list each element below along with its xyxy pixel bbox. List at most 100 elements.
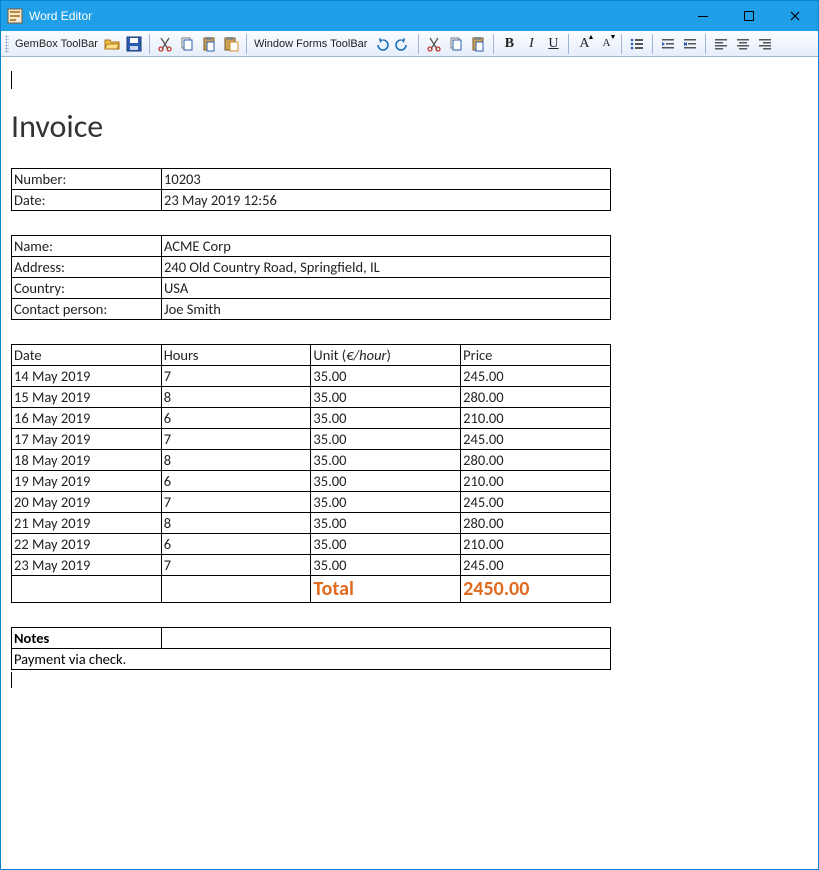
open-button[interactable]	[102, 34, 122, 54]
cust-country-label[interactable]: Country:	[12, 278, 162, 299]
copy-button[interactable]	[177, 34, 197, 54]
redo-button[interactable]	[393, 34, 413, 54]
col-price[interactable]: Price	[461, 345, 611, 366]
cell-date[interactable]: 19 May 2019	[12, 471, 162, 492]
meta-date-label[interactable]: Date:	[12, 190, 162, 211]
cell-date[interactable]: 22 May 2019	[12, 534, 162, 555]
cell-date[interactable]: 15 May 2019	[12, 387, 162, 408]
cell-unit[interactable]: 35.00	[311, 387, 461, 408]
cell-hours[interactable]: 7	[161, 429, 311, 450]
toolbar-grip[interactable]	[5, 35, 9, 53]
cell-unit[interactable]: 35.00	[311, 555, 461, 576]
cust-address-value[interactable]: 240 Old Country Road, Springfield, IL	[162, 257, 611, 278]
col-unit[interactable]: Unit (€/hour)	[311, 345, 461, 366]
cell-price[interactable]: 245.00	[461, 555, 611, 576]
cell-date[interactable]: 14 May 2019	[12, 366, 162, 387]
cell-price[interactable]: 210.00	[461, 471, 611, 492]
align-left-button[interactable]	[711, 34, 731, 54]
cell-unit[interactable]: 35.00	[311, 534, 461, 555]
table-row: Country:USA	[12, 278, 611, 299]
cell-date[interactable]: 18 May 2019	[12, 450, 162, 471]
maximize-button[interactable]	[726, 1, 772, 31]
cell-price[interactable]: 280.00	[461, 450, 611, 471]
total-value[interactable]: 2450.00	[461, 576, 611, 603]
paste-button[interactable]	[199, 34, 219, 54]
cell-date[interactable]: 20 May 2019	[12, 492, 162, 513]
decrease-indent-button[interactable]	[658, 34, 678, 54]
decrease-font-button[interactable]: A▼	[596, 34, 616, 54]
cell-hours[interactable]: 6	[161, 408, 311, 429]
col-date[interactable]: Date	[12, 345, 162, 366]
cust-name-value[interactable]: ACME Corp	[162, 236, 611, 257]
cell-date[interactable]: 21 May 2019	[12, 513, 162, 534]
cell-hours[interactable]: 6	[161, 534, 311, 555]
cell-price[interactable]: 245.00	[461, 366, 611, 387]
cell-unit[interactable]: 35.00	[311, 366, 461, 387]
italic-button[interactable]: I	[521, 34, 541, 54]
cust-address-label[interactable]: Address:	[12, 257, 162, 278]
align-center-button[interactable]	[733, 34, 753, 54]
cell-date[interactable]: 17 May 2019	[12, 429, 162, 450]
cell-price[interactable]: 280.00	[461, 513, 611, 534]
cell-hours[interactable]: 7	[161, 366, 311, 387]
cell-unit[interactable]: 35.00	[311, 408, 461, 429]
meta-date-value[interactable]: 23 May 2019 12:56	[162, 190, 611, 211]
notes-body[interactable]: Payment via check.	[12, 649, 611, 670]
text-caret	[11, 672, 12, 688]
table-row: Name:ACME Corp	[12, 236, 611, 257]
meta-number-label[interactable]: Number:	[12, 169, 162, 190]
table-row: 19 May 2019635.00210.00	[12, 471, 611, 492]
cell-unit[interactable]: 35.00	[311, 471, 461, 492]
cell-unit[interactable]: 35.00	[311, 492, 461, 513]
cell-date[interactable]: 16 May 2019	[12, 408, 162, 429]
undo-button[interactable]	[371, 34, 391, 54]
cell-price[interactable]: 280.00	[461, 387, 611, 408]
cell-price[interactable]: 210.00	[461, 408, 611, 429]
customer-table: Name:ACME Corp Address:240 Old Country R…	[11, 235, 611, 320]
cell-price[interactable]: 245.00	[461, 492, 611, 513]
cell-price[interactable]: 245.00	[461, 429, 611, 450]
paste-button-2[interactable]	[468, 34, 488, 54]
meta-number-value[interactable]: 10203	[162, 169, 611, 190]
invoice-meta-table: Number: 10203 Date: 23 May 2019 12:56	[11, 168, 611, 211]
cut-button[interactable]	[155, 34, 175, 54]
cust-country-value[interactable]: USA	[162, 278, 611, 299]
close-button[interactable]	[772, 1, 818, 31]
minimize-button[interactable]	[680, 1, 726, 31]
save-button[interactable]	[124, 34, 144, 54]
total-label[interactable]: Total	[311, 576, 461, 603]
cell-unit[interactable]: 35.00	[311, 450, 461, 471]
cust-name-label[interactable]: Name:	[12, 236, 162, 257]
cell-hours[interactable]: 6	[161, 471, 311, 492]
table-row: Address:240 Old Country Road, Springfiel…	[12, 257, 611, 278]
paste-special-button[interactable]	[221, 34, 241, 54]
cell-date[interactable]: 23 May 2019	[12, 555, 162, 576]
align-right-button[interactable]	[755, 34, 775, 54]
text-caret	[11, 71, 12, 89]
cell-hours[interactable]: 8	[161, 387, 311, 408]
cell-unit[interactable]: 35.00	[311, 513, 461, 534]
cust-contact-value[interactable]: Joe Smith	[162, 299, 611, 320]
cell-unit[interactable]: 35.00	[311, 429, 461, 450]
cell-hours[interactable]: 8	[161, 513, 311, 534]
increase-indent-button[interactable]	[680, 34, 700, 54]
copy-button-2[interactable]	[446, 34, 466, 54]
doc-heading: Invoice	[11, 107, 808, 146]
cust-contact-label[interactable]: Contact person:	[12, 299, 162, 320]
col-hours[interactable]: Hours	[161, 345, 311, 366]
table-row: 15 May 2019835.00280.00	[12, 387, 611, 408]
cut-button-2[interactable]	[424, 34, 444, 54]
table-row: Date: 23 May 2019 12:56	[12, 190, 611, 211]
table-row: Payment via check.	[12, 649, 611, 670]
bullet-list-button[interactable]	[627, 34, 647, 54]
cell-hours[interactable]: 7	[161, 555, 311, 576]
cell-hours[interactable]: 7	[161, 492, 311, 513]
notes-header[interactable]: Notes	[12, 628, 162, 649]
cell-price[interactable]: 210.00	[461, 534, 611, 555]
cell-hours[interactable]: 8	[161, 450, 311, 471]
document-area[interactable]: Invoice Number: 10203 Date: 23 May 2019 …	[1, 57, 818, 869]
underline-button[interactable]: U	[543, 34, 563, 54]
increase-font-button[interactable]: A▲	[574, 34, 594, 54]
bold-button[interactable]: B	[499, 34, 519, 54]
table-row: 20 May 2019735.00245.00	[12, 492, 611, 513]
